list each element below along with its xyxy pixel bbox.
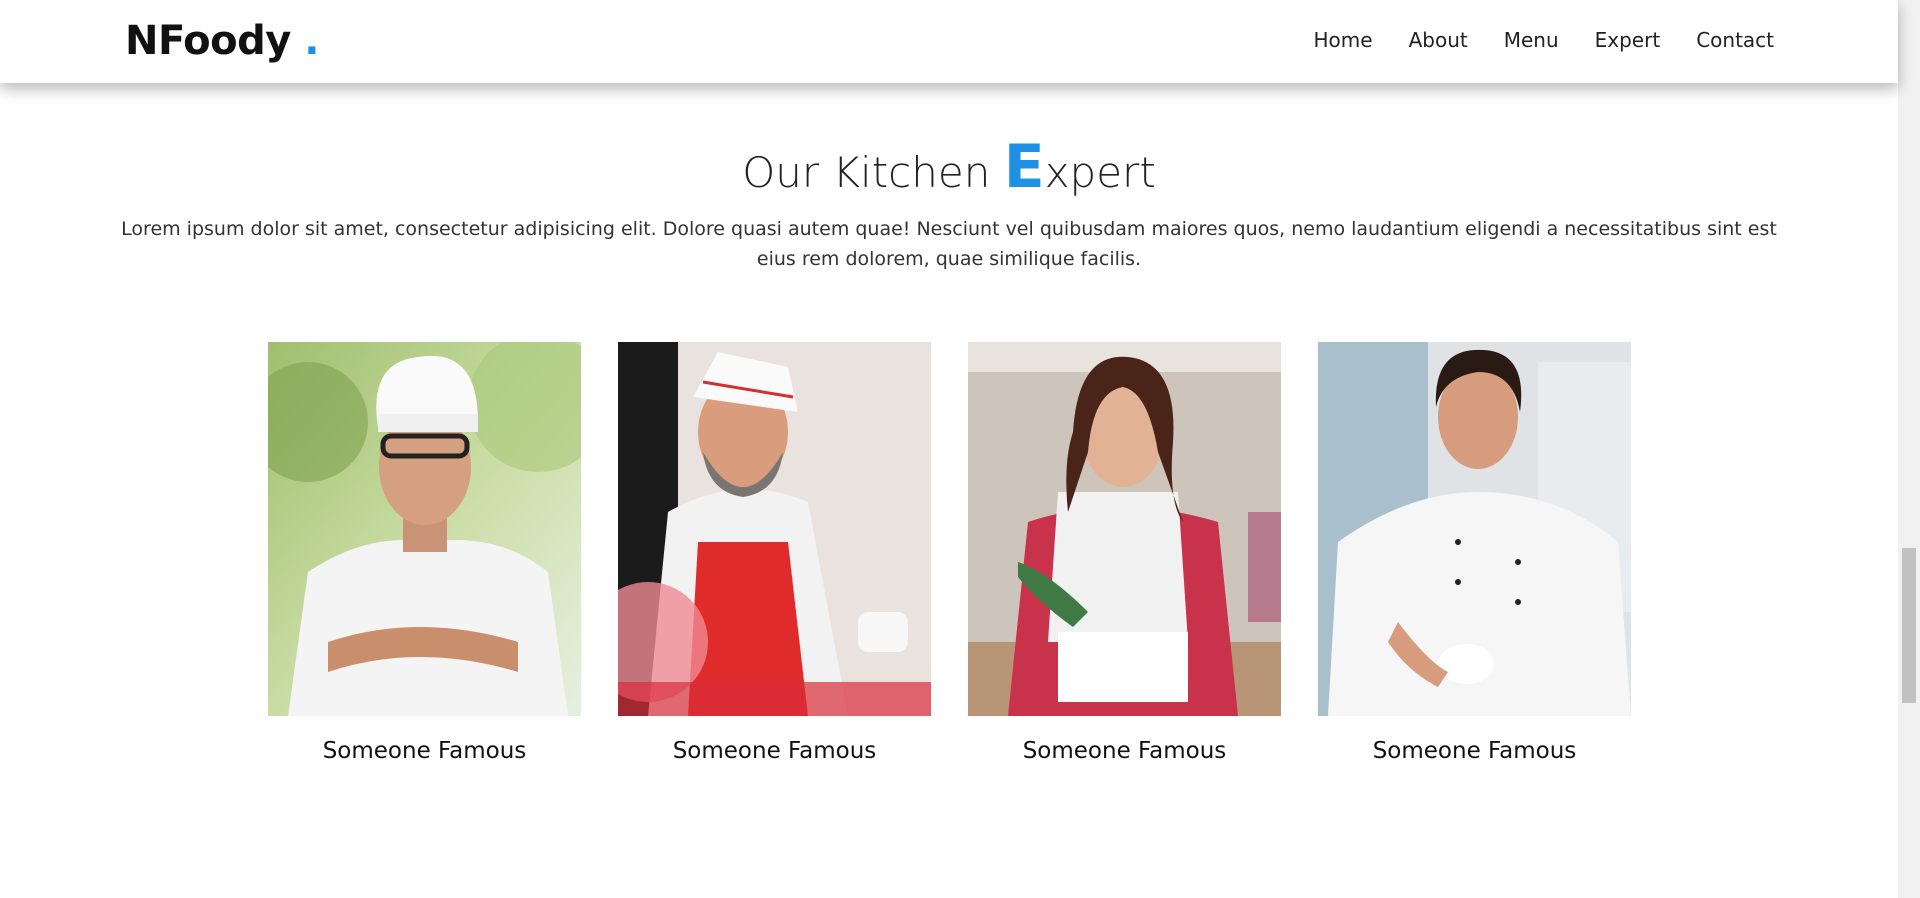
nav-link-about[interactable]: About: [1409, 28, 1468, 52]
nav-link-menu[interactable]: Menu: [1504, 28, 1559, 52]
expert-card: Someone Famous: [268, 342, 581, 764]
expert-name: Someone Famous: [672, 738, 877, 764]
nav-link-contact[interactable]: Contact: [1696, 28, 1774, 52]
nav-links: Home About Menu Expert Contact: [1314, 28, 1774, 52]
brand-name: NFoody: [125, 18, 291, 64]
section-title-accent: E: [1003, 132, 1045, 202]
vertical-scrollbar[interactable]: [1898, 0, 1920, 898]
expert-photo: [618, 342, 931, 716]
nav-link-expert[interactable]: Expert: [1595, 28, 1661, 52]
expert-photo: [968, 342, 1281, 716]
nav-link-home[interactable]: Home: [1314, 28, 1373, 52]
navbar: NFoody . Home About Menu Expert Contact: [0, 0, 1898, 83]
section-title-suffix: xpert: [1044, 148, 1156, 197]
expert-card: Someone Famous: [968, 342, 1281, 764]
expert-card: Someone Famous: [1318, 342, 1631, 764]
expert-card: Someone Famous: [618, 342, 931, 764]
scrollbar-thumb[interactable]: [1902, 548, 1916, 703]
expert-photo: [1318, 342, 1631, 716]
brand-dot: .: [304, 18, 319, 64]
brand-logo[interactable]: NFoody .: [125, 18, 319, 64]
expert-name: Someone Famous: [322, 738, 527, 764]
expert-name: Someone Famous: [1372, 738, 1577, 764]
expert-photo: [268, 342, 581, 716]
expert-name: Someone Famous: [1022, 738, 1227, 764]
section-description: Lorem ipsum dolor sit amet, consectetur …: [121, 218, 1777, 270]
section-title-prefix: Our Kitchen: [742, 148, 1004, 197]
section-title: Our Kitchen Expert: [0, 132, 1898, 202]
